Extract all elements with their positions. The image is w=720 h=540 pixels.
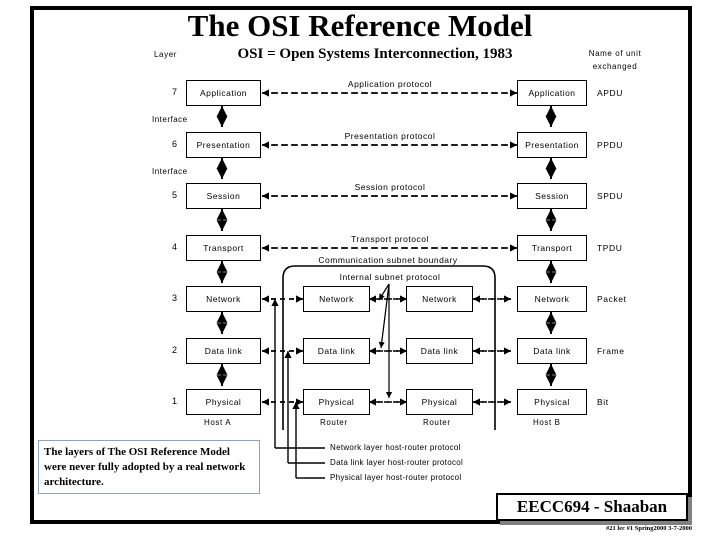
- host-b-layer-application[interactable]: Application: [517, 80, 587, 106]
- unit-packet: Packet: [597, 294, 627, 304]
- host-b-layer-network[interactable]: Network: [517, 286, 587, 312]
- host-b-layer-data-link[interactable]: Data link: [517, 338, 587, 364]
- host-a-layer-session[interactable]: Session: [186, 183, 261, 209]
- unit-apdu: APDU: [597, 88, 624, 98]
- host-b-layer-physical[interactable]: Physical: [517, 389, 587, 415]
- layer-number-6: 6: [172, 139, 178, 149]
- subnet-boundary-label: Communication subnet boundary: [318, 255, 458, 265]
- unit-frame: Frame: [597, 346, 625, 356]
- protocol-label-application: Application protocol: [347, 79, 433, 89]
- footer-meta: #21 lec #1 Spring2000 3-7-2000: [606, 525, 692, 532]
- host-a-layer-application[interactable]: Application: [186, 80, 261, 106]
- unit-bit: Bit: [597, 397, 609, 407]
- layer-number-4: 4: [172, 242, 178, 252]
- host-a-layer-network[interactable]: Network: [186, 286, 261, 312]
- protocol-label-transport: Transport protocol: [351, 234, 429, 244]
- layer-column-header: Layer: [154, 50, 178, 59]
- host-b-label: Host B: [533, 418, 561, 427]
- host-a-layer-physical[interactable]: Physical: [186, 389, 261, 415]
- unit-column-header: Name of unit exchanged: [588, 49, 642, 71]
- page-subtitle: OSI = Open Systems Interconnection, 1983: [237, 46, 513, 62]
- unit-spdu: SPDU: [597, 191, 624, 201]
- protocol-label-session: Session protocol: [354, 182, 426, 192]
- host-b-layer-presentation[interactable]: Presentation: [517, 132, 587, 158]
- host-b-layer-session[interactable]: Session: [517, 183, 587, 209]
- layer-number-2: 2: [172, 345, 178, 355]
- layer-number-5: 5: [172, 190, 178, 200]
- host-a-layer-data-link[interactable]: Data link: [186, 338, 261, 364]
- router2-layer-network[interactable]: Network: [406, 286, 473, 312]
- layer-number-3: 3: [172, 293, 178, 303]
- host-b-layer-transport[interactable]: Transport: [517, 235, 587, 261]
- unit-ppdu: PPDU: [597, 140, 624, 150]
- internal-subnet-protocol-label: Internal subnet protocol: [339, 272, 441, 282]
- router1-layer-network[interactable]: Network: [303, 286, 370, 312]
- protocol-label-presentation: Presentation protocol: [344, 131, 436, 141]
- router1-label: Router: [320, 418, 348, 427]
- host-a-layer-presentation[interactable]: Presentation: [186, 132, 261, 158]
- router2-label: Router: [423, 418, 451, 427]
- note-box: The layers of The OSI Reference Model we…: [38, 440, 260, 494]
- host-a-layer-transport[interactable]: Transport: [186, 235, 261, 261]
- router1-layer-physical[interactable]: Physical: [303, 389, 370, 415]
- legend-network-host-router: Network layer host-router protocol: [330, 443, 461, 452]
- interface-label-6-5: Interface: [152, 167, 188, 176]
- legend-physical-host-router: Physical layer host-router protocol: [330, 473, 462, 482]
- unit-tpdu: TPDU: [597, 243, 623, 253]
- router2-layer-data-link[interactable]: Data link: [406, 338, 473, 364]
- layer-number-1: 1: [172, 396, 178, 406]
- router1-layer-data-link[interactable]: Data link: [303, 338, 370, 364]
- layer-number-7: 7: [172, 87, 178, 97]
- course-footer: EECC694 - Shaaban: [496, 493, 688, 521]
- legend-data-link-host-router: Data link layer host-router protocol: [330, 458, 464, 467]
- interface-label-7-6: Interface: [152, 115, 188, 124]
- host-a-label: Host A: [204, 418, 232, 427]
- page-title: The OSI Reference Model: [187, 8, 533, 43]
- router2-layer-physical[interactable]: Physical: [406, 389, 473, 415]
